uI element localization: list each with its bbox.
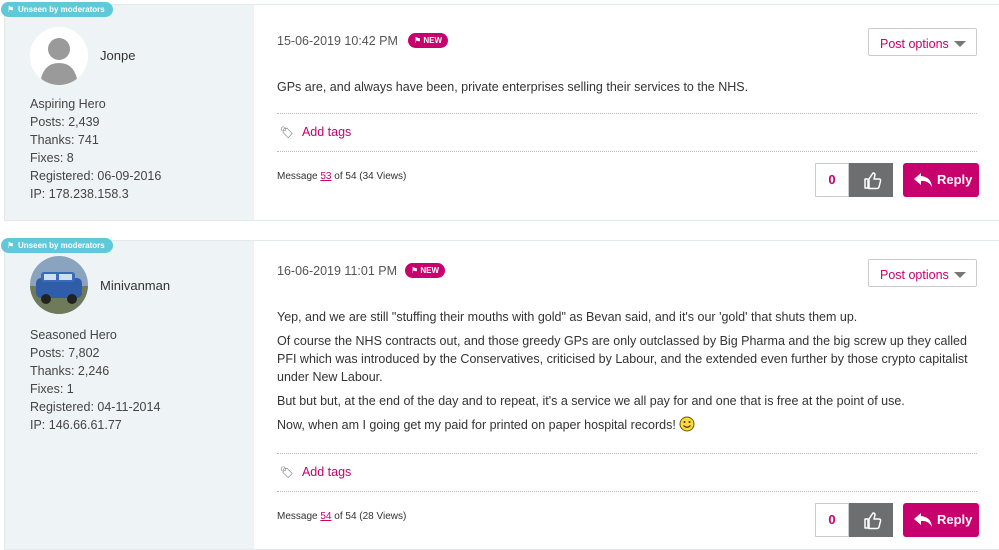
flag-icon: ⚑ bbox=[411, 266, 421, 275]
default-avatar-icon bbox=[30, 27, 88, 85]
post-date: 16-06-2019 11:01 PM bbox=[277, 264, 397, 278]
post-content: 15-06-2019 10:42 PM ⚑ NEW Post options G… bbox=[277, 5, 979, 220]
car-avatar-icon bbox=[30, 256, 88, 314]
message-number-link[interactable]: 54 bbox=[320, 511, 331, 522]
post-paragraph: Of course the NHS contracts out, and tho… bbox=[277, 334, 968, 384]
reply-button[interactable]: Reply bbox=[903, 503, 979, 537]
post-body: GPs are, and always have been, private e… bbox=[277, 78, 977, 102]
smiley-icon bbox=[679, 416, 695, 432]
user-ip: IP: 146.66.61.77 bbox=[30, 418, 122, 432]
user-posts: Posts: 7,802 bbox=[30, 346, 100, 360]
post-options-dropdown[interactable]: Post options bbox=[868, 28, 977, 56]
user-ip: IP: 178.238.158.3 bbox=[30, 187, 129, 201]
reply-arrow-icon bbox=[914, 513, 932, 527]
forum-post: ⚑ Unseen by moderators Jonpe Aspiring Her… bbox=[1, 2, 999, 221]
user-rank: Aspiring Hero bbox=[30, 97, 106, 111]
forum-post: ⚑ Unseen by moderators Minivanman Seasone… bbox=[1, 238, 999, 550]
tag-icon: 🏷 bbox=[280, 127, 294, 139]
add-tags-link[interactable]: 🏷 Add tags bbox=[280, 465, 351, 479]
user-fixes: Fixes: 1 bbox=[30, 382, 74, 396]
tag-icon: 🏷 bbox=[280, 467, 294, 479]
new-badge: ⚑ NEW bbox=[405, 263, 446, 278]
user-stats: Seasoned Hero Posts: 7,802 Thanks: 2,246… bbox=[30, 326, 160, 434]
post-paragraph: Now, when am I going get my paid for pri… bbox=[277, 416, 977, 434]
author-sidebar: Jonpe Aspiring Hero Posts: 2,439 Thanks:… bbox=[5, 5, 254, 220]
caret-down-icon bbox=[954, 41, 966, 47]
flag-icon: ⚑ bbox=[7, 5, 15, 14]
message-info: Message 54 of 54 (28 Views) bbox=[277, 511, 407, 522]
user-registered: Registered: 04-11-2014 bbox=[30, 400, 161, 414]
author-sidebar: Minivanman Seasoned Hero Posts: 7,802 Th… bbox=[5, 241, 254, 549]
new-badge: ⚑ NEW bbox=[408, 33, 449, 48]
divider bbox=[277, 113, 977, 114]
user-thanks: Thanks: 2,246 bbox=[30, 364, 110, 378]
message-info: Message 53 of 54 (34 Views) bbox=[277, 171, 407, 182]
flag-icon: ⚑ bbox=[414, 36, 424, 45]
username-link[interactable]: Minivanman bbox=[100, 278, 170, 293]
unseen-badge: ⚑ Unseen by moderators bbox=[1, 238, 113, 253]
thumbs-up-icon bbox=[864, 512, 882, 530]
avatar[interactable] bbox=[30, 256, 88, 314]
divider bbox=[277, 491, 977, 492]
username-link[interactable]: Jonpe bbox=[100, 48, 135, 63]
kudos-count: 0 bbox=[815, 503, 849, 537]
unseen-badge: ⚑ Unseen by moderators bbox=[1, 2, 113, 17]
user-registered: Registered: 06-09-2016 bbox=[30, 169, 162, 183]
reply-arrow-icon bbox=[914, 173, 932, 187]
post-date: 15-06-2019 10:42 PM bbox=[277, 34, 398, 48]
post-body: Yep, and we are still "stuffing their mo… bbox=[277, 308, 977, 440]
kudos-count: 0 bbox=[815, 163, 849, 197]
post-paragraph: GPs are, and always have been, private e… bbox=[277, 80, 749, 94]
message-number-link[interactable]: 53 bbox=[320, 171, 331, 182]
user-thanks: Thanks: 741 bbox=[30, 133, 99, 147]
post-paragraph: But but but, at the end of the day and t… bbox=[277, 394, 905, 408]
caret-down-icon bbox=[954, 272, 966, 278]
user-stats: Aspiring Hero Posts: 2,439 Thanks: 741 F… bbox=[30, 95, 161, 203]
user-posts: Posts: 2,439 bbox=[30, 115, 100, 129]
reply-button[interactable]: Reply bbox=[903, 163, 979, 197]
kudo-button[interactable] bbox=[849, 163, 893, 197]
user-rank: Seasoned Hero bbox=[30, 328, 117, 342]
post-content: 16-06-2019 11:01 PM ⚑ NEW Post options Y… bbox=[277, 241, 979, 549]
kudo-button[interactable] bbox=[849, 503, 893, 537]
avatar[interactable] bbox=[30, 27, 88, 85]
add-tags-link[interactable]: 🏷 Add tags bbox=[280, 125, 351, 139]
flag-icon: ⚑ bbox=[7, 241, 15, 250]
divider bbox=[277, 453, 977, 454]
post-paragraph: Yep, and we are still "stuffing their mo… bbox=[277, 310, 858, 324]
post-options-dropdown[interactable]: Post options bbox=[868, 259, 977, 287]
thumbs-up-icon bbox=[864, 172, 882, 190]
user-fixes: Fixes: 8 bbox=[30, 151, 74, 165]
divider bbox=[277, 151, 977, 152]
